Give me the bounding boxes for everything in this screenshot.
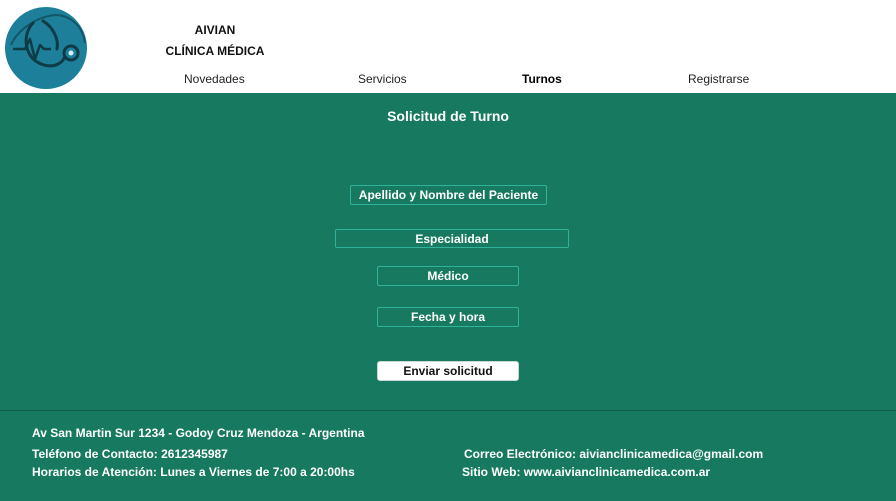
form-title: Solicitud de Turno [387,108,509,124]
stethoscope-icon [5,7,87,89]
doctor-input[interactable] [377,266,519,286]
nav-registrarse[interactable]: Registrarse [688,72,749,86]
footer-email[interactable]: Correo Electrónico: aivianclinicamedica@… [464,447,763,461]
footer-website[interactable]: Sitio Web: www.aivianclinicamedica.com.a… [462,465,710,479]
footer-hours: Horarios de Atención: Lunes a Viernes de… [32,465,355,479]
specialty-input[interactable] [335,229,569,248]
nav-servicios[interactable]: Servicios [358,72,407,86]
site-footer: Av San Martin Sur 1234 - Godoy Cruz Mend… [0,410,896,501]
nav-turnos[interactable]: Turnos [522,72,562,86]
datetime-input[interactable] [377,307,519,327]
clinic-name: AIVIAN CLÍNICA MÉDICA [150,20,280,62]
brand-line-2: CLÍNICA MÉDICA [165,44,265,58]
site-header: AIVIAN CLÍNICA MÉDICA Novedades Servicio… [0,0,896,93]
brand-line-1: AIVIAN [194,23,236,37]
nav-novedades[interactable]: Novedades [184,72,245,86]
patient-name-input[interactable] [350,185,547,205]
submit-request-button[interactable]: Enviar solicitud [377,361,519,381]
footer-address: Av San Martin Sur 1234 - Godoy Cruz Mend… [32,426,365,440]
clinic-logo[interactable] [3,5,89,91]
appointment-form-section: Solicitud de Turno Enviar solicitud [0,93,896,410]
footer-phone: Teléfono de Contacto: 2612345987 [32,447,228,461]
